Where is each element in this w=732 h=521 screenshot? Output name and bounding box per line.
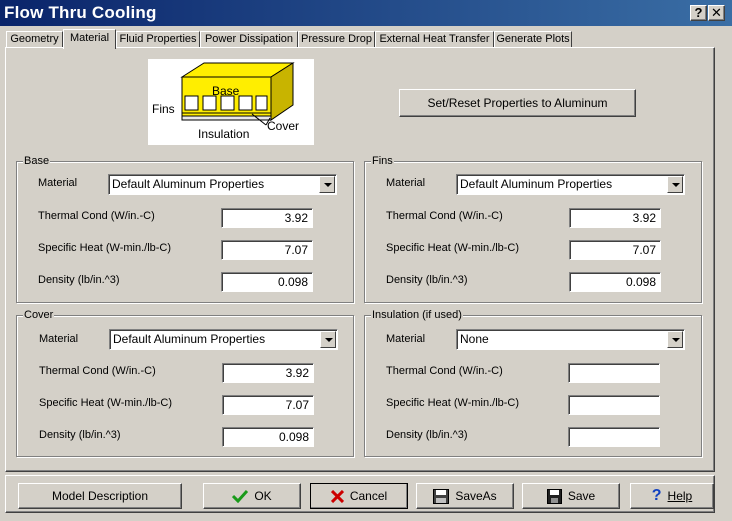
tab-external-heat-transfer[interactable]: External Heat Transfer [375, 31, 494, 48]
fins-dropdown-arrow-icon[interactable] [667, 176, 683, 193]
cover-dropdown-arrow-icon[interactable] [320, 331, 336, 348]
tab-material[interactable]: Material [63, 29, 116, 49]
cover-material-select[interactable]: Default Aluminum Properties [109, 329, 338, 350]
ok-button[interactable]: OK [203, 483, 301, 509]
cancel-button[interactable]: Cancel [310, 483, 408, 509]
window-title: Flow Thru Cooling [4, 3, 157, 22]
insulation-material-select[interactable]: None [456, 329, 685, 350]
fins-specific-label: Specific Heat (W-min./lb-C) [386, 242, 520, 254]
base-specific-label: Specific Heat (W-min./lb-C) [38, 242, 172, 254]
fins-thermal-input[interactable]: 3.92 [569, 208, 661, 228]
base-material-select[interactable]: Default Aluminum Properties [108, 174, 337, 195]
tab-fluid-properties[interactable]: Fluid Properties [116, 31, 200, 48]
fins-specific-input[interactable]: 7.07 [569, 240, 661, 260]
cover-thermal-input[interactable]: 3.92 [222, 363, 314, 383]
diagram-base-label: Base [212, 84, 240, 98]
check-icon [232, 489, 249, 503]
fins-density-label: Density (lb/in.^3) [386, 274, 468, 286]
insulation-density-label: Density (lb/in.^3) [386, 429, 468, 441]
fins-group-label: Fins [371, 154, 394, 168]
tab-power-dissipation[interactable]: Power Dissipation [200, 31, 298, 48]
insulation-specific-input[interactable] [568, 395, 660, 415]
base-specific-input[interactable]: 7.07 [221, 240, 313, 260]
cover-group-label: Cover [23, 308, 55, 322]
help-title-button[interactable]: ? [690, 5, 707, 21]
base-thermal-label: Thermal Cond (W/in.-C) [38, 210, 155, 222]
help-button-label: Help [667, 489, 693, 503]
base-density-input[interactable]: 0.098 [221, 272, 313, 292]
help-button[interactable]: ? Help [630, 483, 714, 509]
insulation-group: Insulation (if used) Material None Therm… [364, 308, 702, 457]
fins-material-value: Default Aluminum Properties [460, 177, 613, 191]
heat-sink-drawing: Base Fins Insulation Cover [152, 62, 299, 141]
insulation-thermal-input[interactable] [568, 363, 660, 383]
base-material-value: Default Aluminum Properties [112, 177, 265, 191]
cover-material-value: Default Aluminum Properties [113, 332, 266, 346]
save-button[interactable]: Save [522, 483, 620, 509]
close-window-button[interactable]: ✕ [708, 5, 725, 21]
insulation-thermal-label: Thermal Cond (W/in.-C) [386, 365, 503, 377]
insulation-material-label: Material [386, 333, 426, 345]
base-density-label: Density (lb/in.^3) [38, 274, 120, 286]
cover-thermal-label: Thermal Cond (W/in.-C) [39, 365, 156, 377]
heat-sink-diagram: Base Fins Insulation Cover [148, 59, 314, 145]
title-bar: Flow Thru Cooling ? ✕ [0, 0, 732, 26]
tab-generate-plots[interactable]: Generate Plots [494, 31, 572, 48]
fins-density-input[interactable]: 0.098 [569, 272, 661, 292]
base-material-label: Material [38, 177, 78, 189]
diagram-fins-label: Fins [152, 102, 175, 116]
base-group: Base Material Default Aluminum Propertie… [16, 154, 354, 303]
floppy-disk-icon [546, 488, 562, 504]
cover-specific-label: Specific Heat (W-min./lb-C) [39, 397, 173, 409]
base-dropdown-arrow-icon[interactable] [319, 176, 335, 193]
tab-geometry[interactable]: Geometry [6, 31, 63, 48]
insulation-specific-label: Specific Heat (W-min./lb-C) [386, 397, 520, 409]
base-thermal-input[interactable]: 3.92 [221, 208, 313, 228]
cover-density-input[interactable]: 0.098 [222, 427, 314, 447]
reset-to-aluminum-button[interactable]: Set/Reset Properties to Aluminum [399, 89, 636, 117]
cover-material-label: Material [39, 333, 79, 345]
fins-material-select[interactable]: Default Aluminum Properties [456, 174, 685, 195]
diagram-insulation-label: Insulation [198, 127, 249, 141]
insulation-dropdown-arrow-icon[interactable] [667, 331, 683, 348]
ok-button-label: OK [254, 489, 272, 503]
fins-group: Fins Material Default Aluminum Propertie… [364, 154, 702, 303]
cover-group: Cover Material Default Aluminum Properti… [16, 308, 354, 457]
save-as-button-label: SaveAs [455, 489, 497, 503]
cover-specific-input[interactable]: 7.07 [222, 395, 314, 415]
tab-pressure-drop[interactable]: Pressure Drop [298, 31, 375, 48]
insulation-group-label: Insulation (if used) [371, 308, 463, 322]
save-as-icon [433, 488, 450, 504]
cover-density-label: Density (lb/in.^3) [39, 429, 121, 441]
insulation-density-input[interactable] [568, 427, 660, 447]
model-description-button[interactable]: Model Description [18, 483, 182, 509]
fins-material-label: Material [386, 177, 426, 189]
save-button-label: Save [567, 489, 596, 503]
diagram-cover-label: Cover [267, 119, 299, 133]
cancel-button-label: Cancel [349, 489, 388, 503]
cancel-x-icon [330, 489, 344, 503]
help-question-icon: ? [651, 487, 662, 504]
fins-thermal-label: Thermal Cond (W/in.-C) [386, 210, 503, 222]
insulation-material-value: None [460, 332, 489, 346]
base-group-label: Base [23, 154, 51, 168]
save-as-button[interactable]: SaveAs [416, 483, 514, 509]
